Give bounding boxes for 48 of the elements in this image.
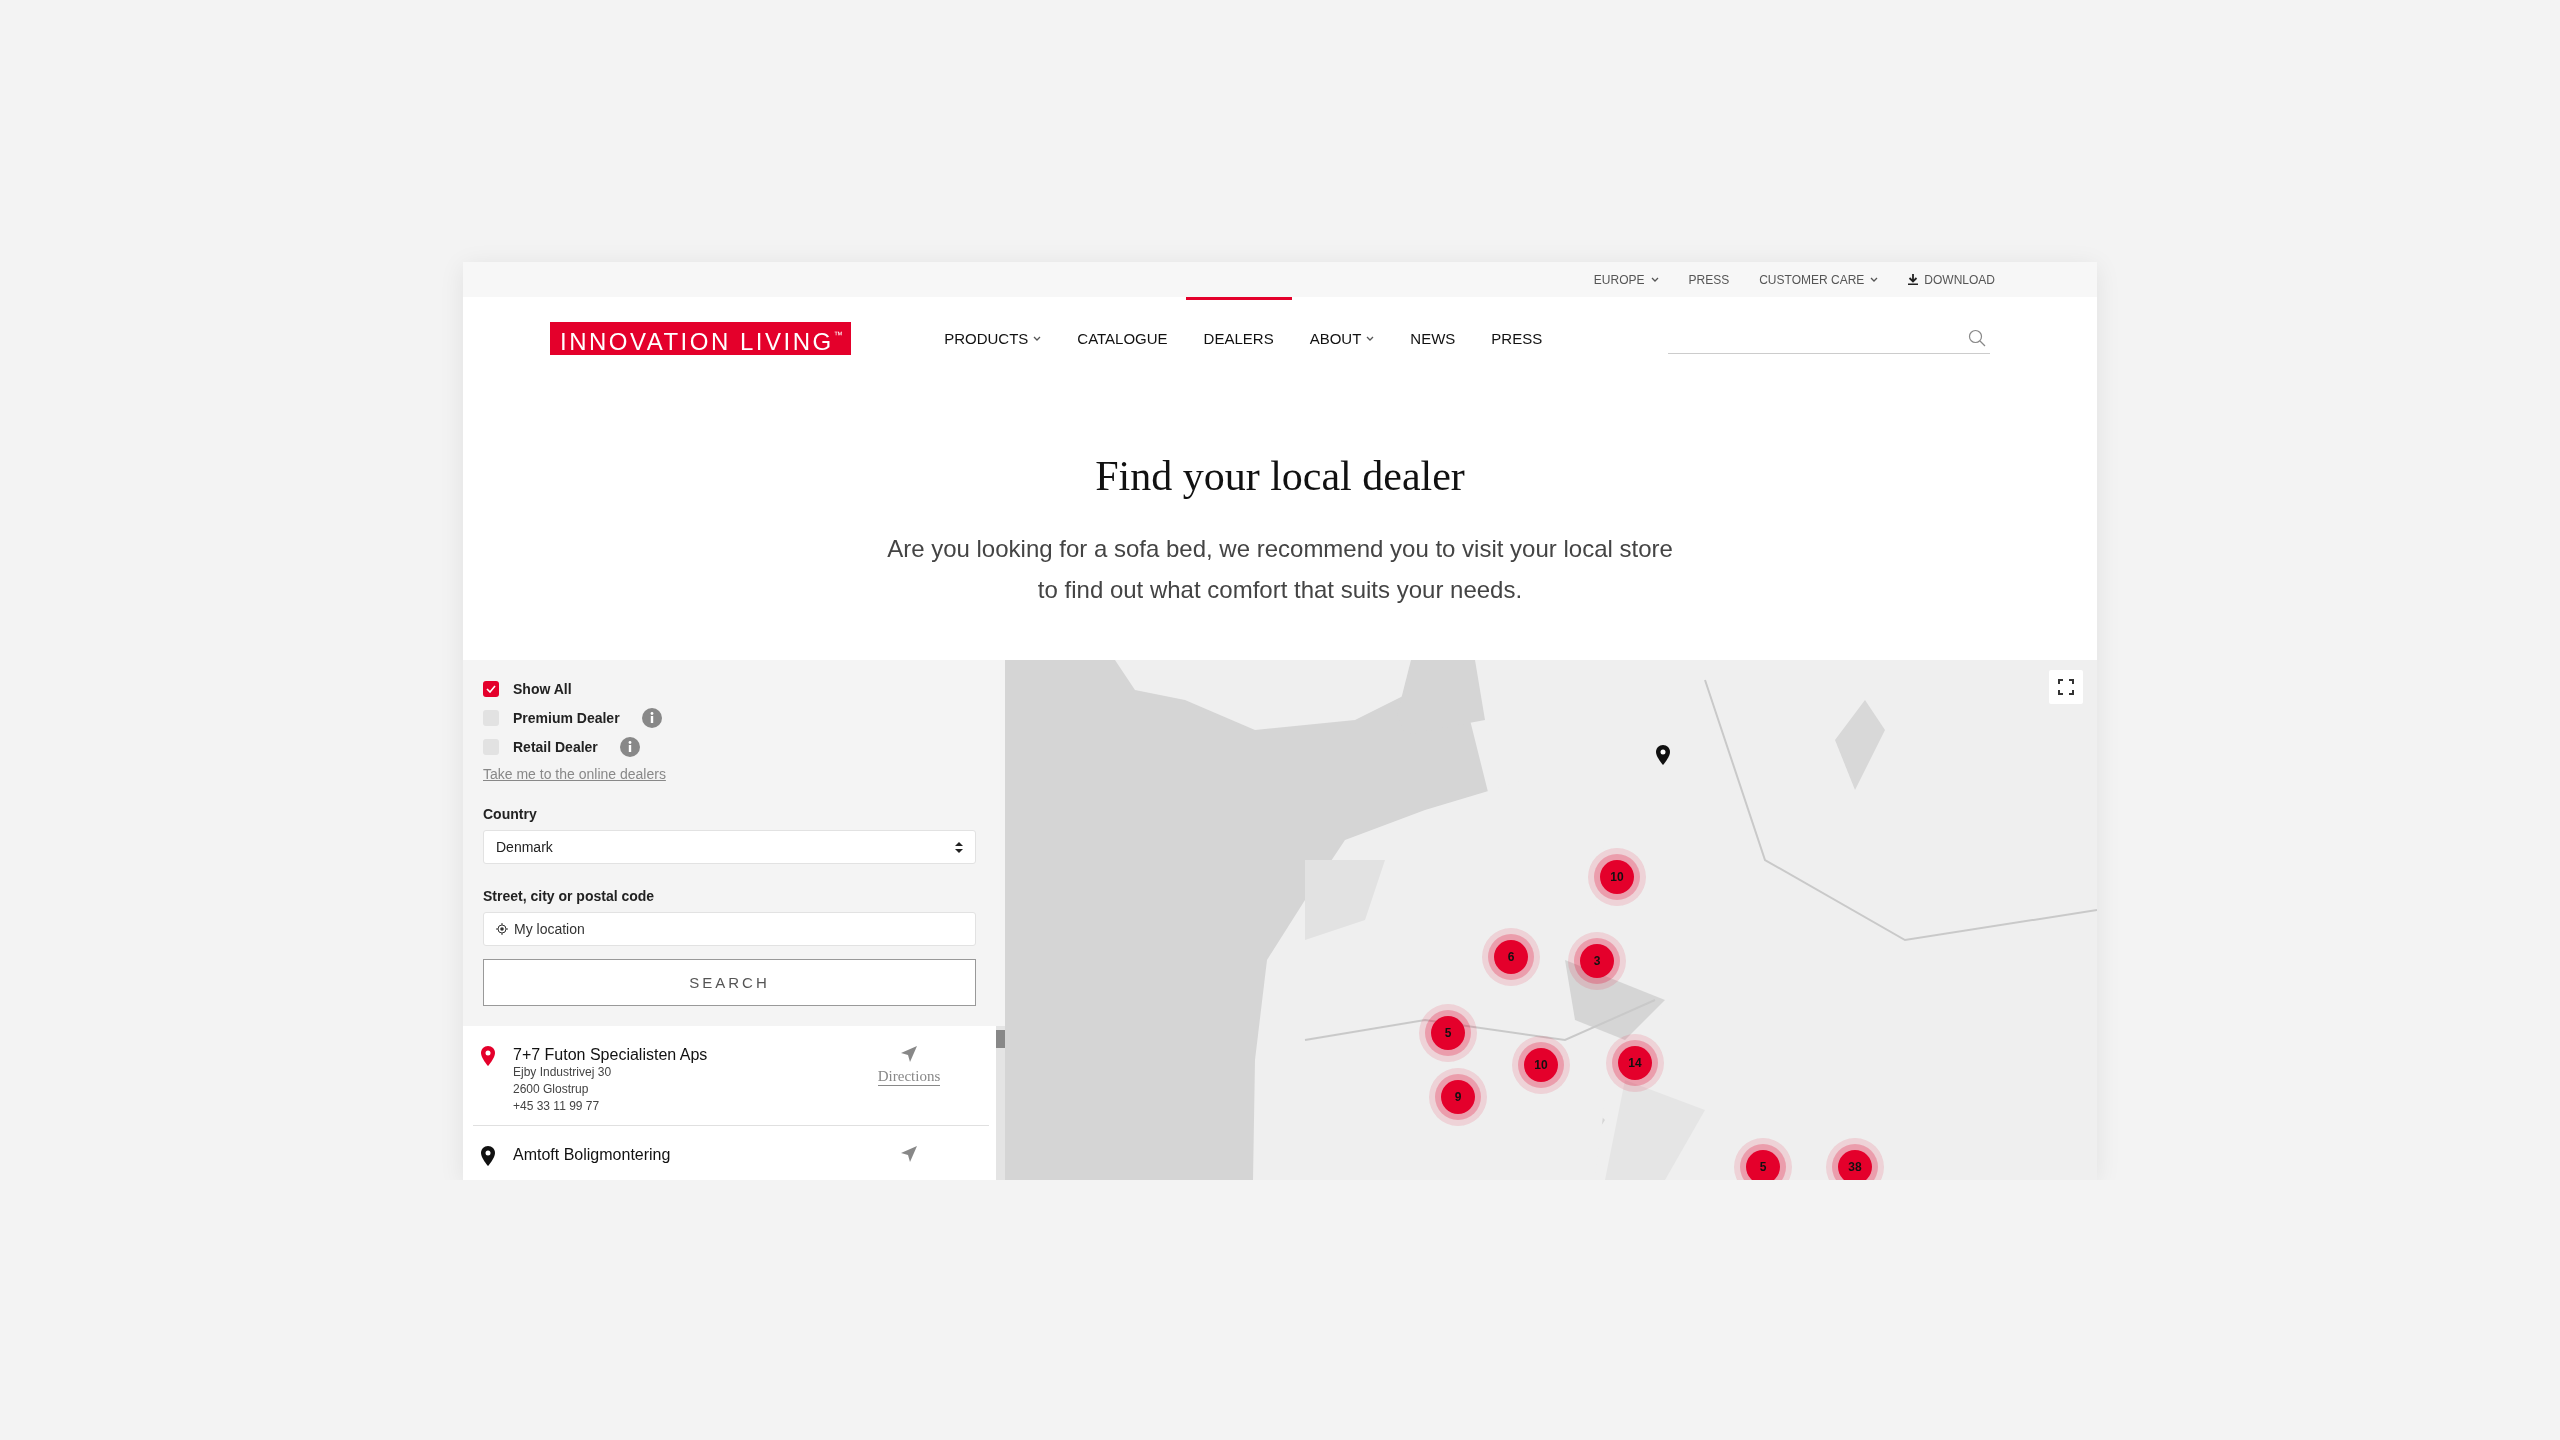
location-input[interactable]: My location [483, 912, 976, 946]
intro-text: Are you looking for a sofa bed, we recommend you to visit your local store [887, 534, 1673, 564]
country-select[interactable]: Denmark [483, 830, 976, 864]
scrollbar[interactable] [996, 1026, 1005, 1180]
navigation-arrow-icon [901, 1046, 917, 1062]
map-pin-icon [481, 1146, 495, 1166]
checkbox-label: Retail Dealer [513, 738, 598, 755]
checkbox-label: Premium Dealer [513, 709, 620, 726]
dealer-name: Amtoft Boligmontering [513, 1146, 672, 1164]
map-pin-icon [1656, 745, 1670, 765]
info-icon[interactable] [619, 736, 640, 757]
checkbox-label: Show All [513, 680, 572, 697]
brand-logo[interactable]: INNOVATION LIVING$^{™}$ [550, 322, 852, 355]
search-button[interactable]: SEARCH [483, 959, 976, 1006]
dealer-name: 7+7 Futon Specialisten Aps [513, 1046, 709, 1064]
top-bar-link[interactable]: CUSTOMER CARE [1759, 272, 1879, 287]
nav-item[interactable]: CATALOGUE [1059, 297, 1186, 380]
navigation-arrow-icon [901, 1146, 917, 1162]
nav-item[interactable]: ABOUT [1291, 297, 1393, 380]
nav-item[interactable]: NEWS [1392, 297, 1474, 380]
dealer-item[interactable]: 7+7 Futon Specialisten Aps Ejby Industrivej 30 2600 Glostrup +45 33 11 99 77 Directions [473, 1026, 989, 1126]
page-title: Find your local dealer [1095, 452, 1465, 500]
caret-icon [1650, 277, 1659, 282]
nav-item[interactable]: PRESS [1473, 297, 1561, 380]
crosshair-icon [496, 923, 508, 935]
checkmark-icon [486, 684, 496, 693]
fullscreen-icon [2058, 679, 2074, 695]
nav-item[interactable]: PRODUCTS [926, 297, 1060, 380]
download-icon [1908, 274, 1919, 285]
top-bar-link[interactable]: DOWNLOAD [1908, 272, 1995, 287]
dealer-item[interactable]: Amtoft Boligmontering [473, 1126, 989, 1180]
dealer-address: +45 33 11 99 77 [513, 1098, 601, 1115]
directions-link[interactable]: Directions [877, 1068, 941, 1086]
field-label: Street, city or postal code [483, 888, 655, 904]
fullscreen-button[interactable] [2049, 670, 2083, 704]
checkbox[interactable] [483, 680, 499, 697]
top-bar-link[interactable]: EUROPE [1593, 272, 1659, 287]
field-label: Country [483, 806, 537, 822]
top-bar-link[interactable]: PRESS [1688, 272, 1730, 287]
dealer-address: Ejby Industrivej 30 [513, 1064, 613, 1081]
sort-arrows-icon [955, 841, 963, 853]
search-icon [1968, 329, 1986, 347]
caret-icon [1870, 277, 1879, 282]
intro-text: to find out what comfort that suits your needs. [1036, 575, 1524, 605]
map-pin-icon [481, 1046, 495, 1066]
info-icon[interactable] [641, 707, 662, 728]
dealer-address: 2600 Glostrup [513, 1081, 590, 1098]
nav-item[interactable]: DEALERS [1185, 297, 1292, 380]
